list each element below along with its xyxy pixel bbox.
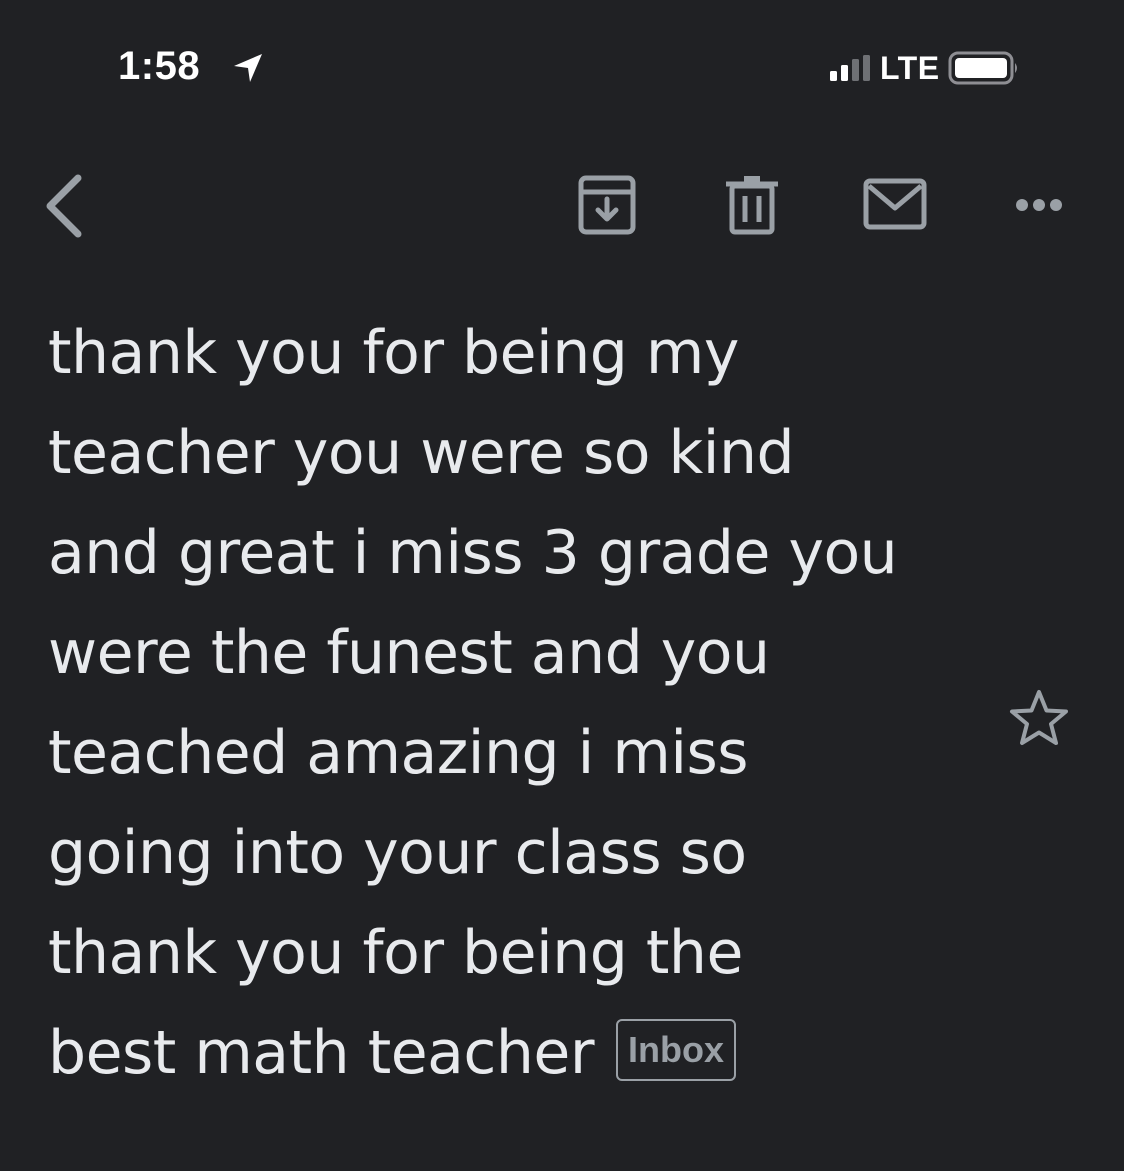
more-dots-icon bbox=[1016, 199, 1062, 211]
message-last-line: best math teacher Inbox bbox=[48, 1003, 978, 1103]
signal-bars-icon bbox=[830, 55, 874, 81]
message-line: and great i miss 3 grade you bbox=[48, 518, 898, 588]
message-line: teacher you were so kind bbox=[48, 418, 795, 488]
mark-unread-button[interactable] bbox=[860, 176, 930, 236]
back-chevron-icon bbox=[46, 174, 82, 238]
archive-icon bbox=[578, 175, 636, 235]
battery-icon bbox=[948, 51, 1020, 85]
trash-icon bbox=[726, 176, 778, 235]
message-line: thank you for being the bbox=[48, 918, 743, 988]
status-time: 1:58 bbox=[118, 44, 201, 88]
message-subject: thank you for being my teacher you were … bbox=[48, 303, 978, 1103]
message-line: teached amazing i miss bbox=[48, 718, 749, 788]
message-line: were the funest and you bbox=[48, 618, 770, 688]
message-line: best math teacher bbox=[48, 1018, 595, 1088]
star-button[interactable] bbox=[1006, 686, 1072, 752]
location-arrow-icon bbox=[230, 50, 266, 86]
archive-button[interactable] bbox=[576, 174, 642, 238]
back-button[interactable] bbox=[36, 168, 96, 244]
message-line: going into your class so bbox=[48, 818, 747, 888]
network-type: LTE bbox=[880, 50, 940, 86]
mail-icon bbox=[863, 178, 927, 230]
delete-button[interactable] bbox=[724, 174, 780, 238]
more-options-button[interactable] bbox=[1008, 188, 1070, 222]
message-line: thank you for being my bbox=[48, 318, 739, 388]
star-icon bbox=[1010, 690, 1068, 745]
inbox-label-chip[interactable]: Inbox bbox=[616, 1019, 737, 1082]
